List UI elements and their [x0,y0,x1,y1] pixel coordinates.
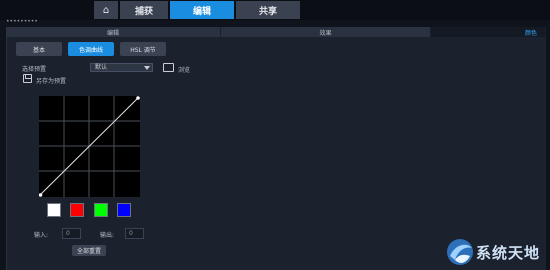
subtab-color[interactable]: 颜色 [431,27,546,37]
browse-label[interactable]: 浏览 [178,65,190,74]
reset-all-button[interactable]: 全部重置 [72,245,106,256]
save-preset-label[interactable]: 另存为预置 [36,76,66,85]
output-value-field[interactable]: 0 [125,228,144,239]
channel-white-swatch[interactable] [47,203,61,217]
channel-red-swatch[interactable] [70,203,84,217]
curve-point-end[interactable] [136,96,140,100]
preset-select[interactable]: 默认 [90,63,153,72]
tone-curve-editor[interactable] [38,96,140,197]
preset-label: 选择预置 [22,66,47,73]
subtab-effects[interactable]: 效果 [221,27,431,37]
drag-handle[interactable]: ••••••••• [6,19,38,25]
preset-select-value: 默认 [95,64,108,71]
tab-edit[interactable]: 编辑 [170,1,234,19]
home-icon[interactable]: ⌂ [94,1,118,19]
input-label: 输入: [34,232,49,239]
tone-curve-graph[interactable] [38,96,140,197]
browse-icon[interactable] [163,63,174,72]
tab-share[interactable]: 共享 [236,1,300,19]
watermark-text: 系统天地 [476,244,541,262]
chevron-down-icon [144,66,150,70]
channel-green-swatch[interactable] [94,203,108,217]
channel-blue-swatch[interactable] [117,203,131,217]
save-icon[interactable] [23,74,32,83]
panel-tabs: 编辑 效果 颜色 [6,27,546,37]
mode-tone-curve-button[interactable]: 色调曲线 [68,42,114,56]
input-value-field[interactable]: 0 [62,228,81,239]
workspace-tabs: ⌂ 捕获 编辑 共享 [94,1,300,19]
subtab-edit[interactable]: 编辑 [6,27,221,37]
mode-hsl-button[interactable]: HSL 调节 [120,42,166,56]
top-nav-bar: ⌂ 捕获 编辑 共享 [0,0,550,20]
output-label: 输出: [100,232,115,239]
tab-capture[interactable]: 捕获 [120,1,168,19]
mode-basic-button[interactable]: 基本 [16,42,62,56]
